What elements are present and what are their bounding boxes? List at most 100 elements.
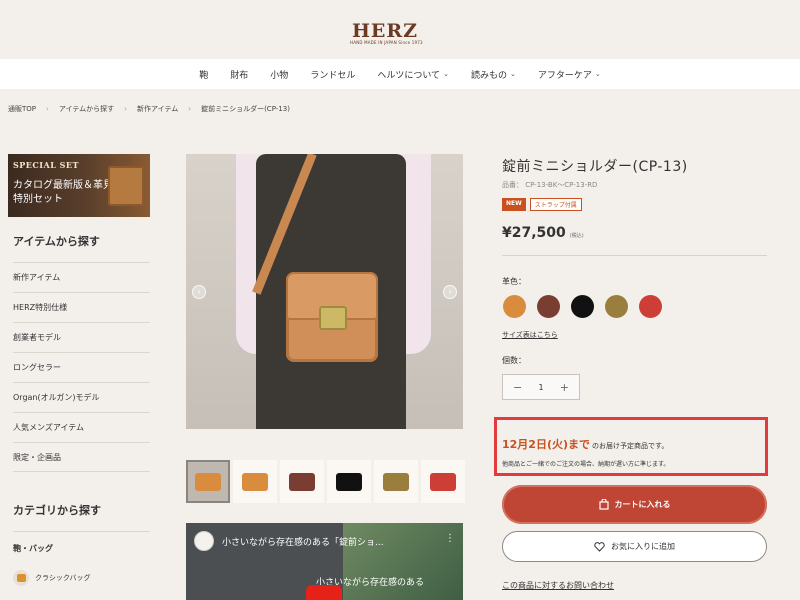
thumbnail-3[interactable] <box>327 460 371 503</box>
product-title: 錠前ミニショルダー(CP-13) <box>502 159 688 175</box>
banner-line1: カタログ最新版＆革見本 <box>13 180 123 191</box>
category-item-label: クラシックバッグ <box>35 574 91 582</box>
nav-label: 小物 <box>270 70 289 81</box>
sidebar-item-mens[interactable]: 人気メンズアイテム <box>13 412 150 442</box>
nav-item-randoseru[interactable]: ランドセル <box>310 68 355 81</box>
nav-item-wallets[interactable]: 財布 <box>230 68 248 81</box>
thumbnail-1[interactable] <box>233 460 277 503</box>
minus-icon[interactable]: − <box>513 381 522 394</box>
thumbnail-image <box>383 472 409 491</box>
new-badge: NEW <box>502 198 526 211</box>
sidebar-item-special[interactable]: HERZ特別仕様 <box>13 292 150 322</box>
product-code: 品番： CP-13-BK〜CP-13-RD <box>502 181 598 189</box>
nav-item-aftercare[interactable]: アフターケア ⌄ <box>538 68 601 81</box>
thumbnail-image <box>242 472 268 491</box>
product-inquiry-link[interactable]: この商品に対するお問い合わせ <box>502 580 614 591</box>
breadcrumb-link-items[interactable]: アイテムから探す <box>59 104 114 114</box>
product-price: ¥27,500 (税込) <box>502 225 584 241</box>
more-vert-icon[interactable]: ⋮ <box>445 533 455 544</box>
thumbnail-image <box>430 472 456 491</box>
breadcrumb-link-top[interactable]: 通販TOP <box>8 104 36 114</box>
nav-label: 鞄 <box>199 70 209 81</box>
nav-item-about[interactable]: ヘルツについて ⌄ <box>377 68 449 81</box>
product-video[interactable]: 小さいながら存在感のある「錠前ショ... ⋮ 小さいながら存在感のある <box>186 523 463 600</box>
nav-item-bags[interactable]: 鞄 <box>199 68 208 81</box>
sidebar-item-organ[interactable]: Organ(オルガン)モデル <box>13 382 150 412</box>
color-swatches <box>503 295 662 318</box>
bag-icon <box>13 570 29 586</box>
plus-icon[interactable]: + <box>560 381 569 394</box>
video-title[interactable]: 小さいながら存在感のある「錠前ショ... <box>222 535 384 548</box>
chevron-down-icon: ⌄ <box>594 70 601 78</box>
shopping-bag-icon <box>598 499 609 510</box>
divider <box>13 531 150 532</box>
add-to-favorites-button[interactable]: お気に入りに追加 <box>502 531 767 562</box>
chevron-right-icon: › <box>124 105 127 113</box>
delivery-date-line: 12月2日(火)まで のお届け予定商品です。 <box>502 436 668 452</box>
color-label: 革色： <box>502 277 526 286</box>
nav-label: アフターケア <box>537 70 592 81</box>
logo-text: HERZ <box>351 20 419 42</box>
prev-image-arrow-icon[interactable]: ‹ <box>192 285 206 299</box>
play-icon[interactable] <box>306 585 342 600</box>
thumbnail-0[interactable] <box>186 460 230 503</box>
delivery-date: 12月2日(火)まで <box>502 438 591 451</box>
thumbnail-strip <box>186 460 465 503</box>
nav-label: ヘルツについて <box>377 70 441 81</box>
price-value: ¥27,500 <box>502 225 566 241</box>
sidebar-heading-items: アイテムから探す <box>13 235 100 248</box>
breadcrumb: 通販TOP › アイテムから探す › 新作アイテム › 錠前ミニショルダー(CP… <box>8 104 290 114</box>
breadcrumb-link-new[interactable]: 新作アイテム <box>137 104 178 114</box>
nav-label: 財布 <box>230 70 249 81</box>
main-nav: 鞄 財布 小物 ランドセル ヘルツについて ⌄ 読みもの ⌄ アフターケア ⌄ <box>0 59 800 89</box>
product-main-image[interactable]: ‹ › <box>186 154 463 429</box>
delivery-note: 他商品とご一緒でのご注文の場合、納期が遅い方に準じます。 <box>502 461 670 468</box>
strap-badge: ストラップ付属 <box>529 198 582 211</box>
banner-image <box>108 166 144 206</box>
thumbnail-image <box>195 472 221 491</box>
chevron-right-icon: › <box>188 105 192 113</box>
thumbnail-2[interactable] <box>280 460 324 503</box>
quantity-label: 個数： <box>502 356 526 365</box>
sidebar-item-founder[interactable]: 創業者モデル <box>13 322 150 352</box>
special-set-banner[interactable]: SPECIAL SET カタログ最新版＆革見本 特別セット <box>8 154 150 217</box>
divider <box>502 255 767 256</box>
banner-title: SPECIAL SET <box>13 160 79 170</box>
thumbnail-image <box>289 472 315 491</box>
category-group-bags[interactable]: 鞄・バッグ <box>13 543 53 554</box>
logo-subtext: HAND MADE IN JAPAN Since 1973 <box>350 40 423 45</box>
price-tax-label: (税込) <box>569 233 584 239</box>
sidebar-item-new[interactable]: 新作アイテム <box>13 262 150 292</box>
color-swatch-red[interactable] <box>639 295 662 318</box>
quantity-value[interactable]: 1 <box>538 383 543 392</box>
nav-item-accessories[interactable]: 小物 <box>270 68 288 81</box>
thumbnail-4[interactable] <box>374 460 418 503</box>
thumbnail-5[interactable] <box>421 460 465 503</box>
color-swatch-black[interactable] <box>571 295 594 318</box>
color-swatch-olive[interactable] <box>605 295 628 318</box>
nav-item-reading[interactable]: 読みもの ⌄ <box>471 68 516 81</box>
fav-button-label: お気に入りに追加 <box>611 542 675 551</box>
sidebar-item-limited[interactable]: 限定・企画品 <box>13 442 150 472</box>
sidebar-heading-category: カテゴリから探す <box>13 504 101 517</box>
color-swatch-camel[interactable] <box>503 295 526 318</box>
banner-line2: 特別セット <box>13 194 63 205</box>
size-chart-link[interactable]: サイズ表はこちら <box>502 330 558 340</box>
quantity-stepper: − 1 + <box>502 374 580 400</box>
channel-avatar[interactable] <box>194 531 214 551</box>
photo-bag-lock <box>319 306 347 330</box>
herz-logo[interactable]: HERZ HAND MADE IN JAPAN Since 1973 <box>350 20 423 46</box>
site-header: HERZ HAND MADE IN JAPAN Since 1973 <box>0 0 800 59</box>
category-item-classic[interactable]: クラシックバッグ <box>13 570 91 586</box>
nav-label: ランドセル <box>310 70 356 81</box>
sidebar-item-longseller[interactable]: ロングセラー <box>13 352 150 382</box>
chevron-right-icon: › <box>46 105 49 113</box>
chevron-down-icon: ⌄ <box>509 70 516 78</box>
next-image-arrow-icon[interactable]: › <box>443 285 457 299</box>
thumbnail-image <box>336 472 362 491</box>
nav-label: 読みもの <box>470 70 507 81</box>
color-swatch-brown[interactable] <box>537 295 560 318</box>
add-to-cart-button[interactable]: カートに入れる <box>502 485 767 524</box>
product-badges: NEW ストラップ付属 <box>502 198 582 211</box>
chevron-down-icon: ⌄ <box>443 70 449 78</box>
